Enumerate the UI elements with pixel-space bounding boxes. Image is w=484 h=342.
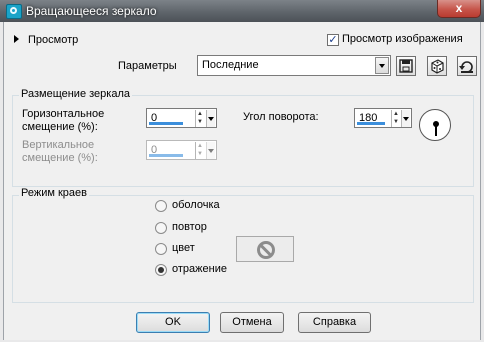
preview-image-checkbox[interactable]: ✓ <box>327 34 339 46</box>
app-icon <box>6 4 22 19</box>
mirror-placement-label: Размещение зеркала <box>19 88 132 100</box>
edge-option-repeat-label: повтор <box>172 221 207 233</box>
edge-option-wrap-radio[interactable] <box>155 200 167 212</box>
reset-icon <box>459 61 473 73</box>
save-preset-button[interactable] <box>396 56 416 76</box>
edge-option-wrap-label: оболочка <box>172 199 220 211</box>
vertical-offset-label-line2: смещение (%): <box>22 152 98 164</box>
vertical-offset-bar <box>149 154 183 157</box>
vertical-offset-label-line1: Вертикальное <box>22 139 95 151</box>
rotation-angle-stepper[interactable]: ▲ ▼ <box>391 110 400 127</box>
help-button[interactable]: Справка <box>298 312 371 333</box>
close-button[interactable]: x <box>437 0 481 18</box>
rotation-angle-input[interactable]: 180 ▲ ▼ <box>354 108 412 128</box>
params-select[interactable]: Последние <box>197 55 391 76</box>
vertical-offset-dropdown[interactable] <box>206 142 215 159</box>
chevron-up-icon[interactable]: ▲ <box>196 110 204 118</box>
params-value: Последние <box>202 59 259 71</box>
horizontal-offset-label-line2: смещение (%): <box>22 121 98 133</box>
edge-color-swatch[interactable] <box>236 236 294 262</box>
horizontal-offset-label-line1: Горизонтальное <box>22 108 105 120</box>
title-bar: Вращающееся зеркало x <box>0 0 484 22</box>
edge-option-reflect-label: отражение <box>172 263 227 275</box>
dialog-body: Просмотр ✓ Просмотр изображения Параметр… <box>3 22 481 340</box>
edge-option-reflect-radio[interactable] <box>155 264 167 276</box>
horizontal-offset-input[interactable]: 0 ▲ ▼ <box>146 108 217 128</box>
edge-option-color-radio[interactable] <box>155 243 167 255</box>
edge-option-repeat-radio[interactable] <box>155 222 167 234</box>
params-label: Параметры <box>118 60 177 72</box>
no-color-icon <box>257 241 275 259</box>
chevron-down-icon[interactable]: ▼ <box>196 118 204 126</box>
edge-option-color-label: цвет <box>172 242 195 254</box>
ok-button[interactable]: OK <box>136 312 210 333</box>
horizontal-offset-bar <box>149 122 183 125</box>
window-title: Вращающееся зеркало <box>26 4 157 18</box>
vertical-offset-input[interactable]: 0 ▲ ▼ <box>146 140 217 160</box>
vertical-offset-stepper[interactable]: ▲ ▼ <box>195 142 204 159</box>
rotation-angle-bar <box>357 122 385 125</box>
chevron-up-icon[interactable]: ▲ <box>196 142 204 150</box>
reset-button[interactable] <box>457 56 477 76</box>
cancel-button[interactable]: Отмена <box>220 312 284 333</box>
chevron-right-icon <box>14 35 19 43</box>
chevron-down-icon[interactable]: ▼ <box>196 150 204 158</box>
chevron-down-icon[interactable]: ▼ <box>392 118 400 126</box>
horizontal-offset-dropdown[interactable] <box>206 110 215 127</box>
randomize-button[interactable] <box>427 56 447 76</box>
chevron-down-icon[interactable] <box>375 57 389 74</box>
dial-needle <box>435 124 437 136</box>
edge-mode-label: Режим краев <box>19 187 89 199</box>
rotation-angle-dropdown[interactable] <box>401 110 410 127</box>
horizontal-offset-stepper[interactable]: ▲ ▼ <box>195 110 204 127</box>
dice-randomize-icon <box>431 59 444 74</box>
chevron-up-icon[interactable]: ▲ <box>392 110 400 118</box>
rotation-dial[interactable] <box>419 109 451 141</box>
preview-label: Просмотр <box>28 34 79 46</box>
rotation-angle-label: Угол поворота: <box>243 111 319 123</box>
save-preset-icon <box>399 59 413 73</box>
preview-image-label: Просмотр изображения <box>342 33 463 45</box>
